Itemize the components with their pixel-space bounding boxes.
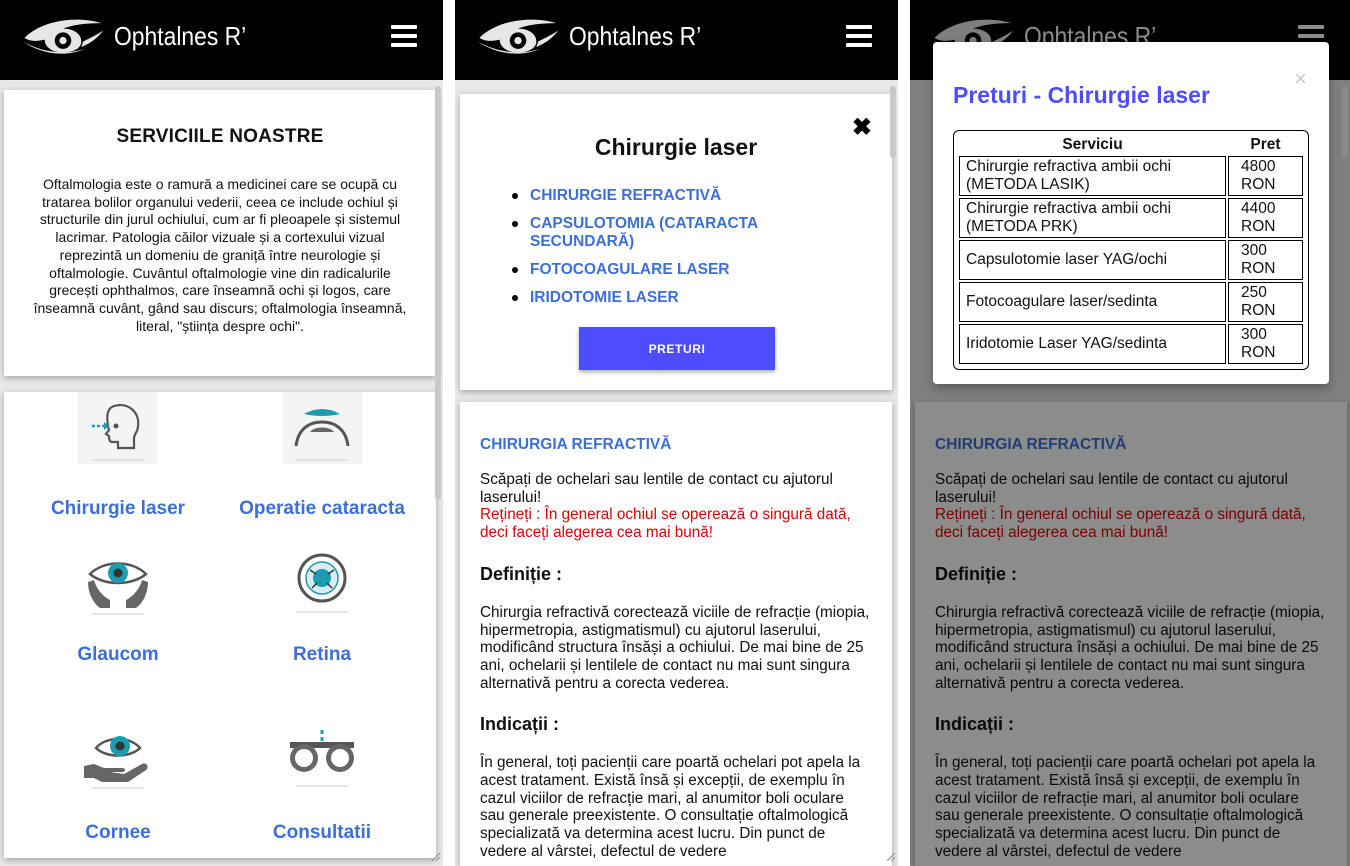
service-label: Glaucom	[77, 644, 159, 665]
link-capsulotomia[interactable]: CAPSULOTOMIA (CATARACTA SECUNDARĂ)	[510, 215, 892, 251]
service-label: Cornee	[85, 822, 151, 843]
service-cell: Chirurgie refractiva ambii ochi (METODA …	[959, 156, 1226, 196]
service-label: Chirurgie laser	[50, 498, 186, 519]
top-header: Ophtalnes R’	[0, 0, 443, 80]
service-retina[interactable]: Retina	[222, 552, 422, 672]
table-row: Fotocoagulare laser/sedinta 250 RON	[959, 282, 1303, 322]
link-chirurgie-refractiva[interactable]: CHIRURGIE REFRACTIVĂ	[510, 187, 892, 205]
procedure-links: CHIRURGIE REFRACTIVĂ CAPSULOTOMIA (CATAR…	[510, 187, 892, 307]
service-cell: Iridotomie Laser YAG/sedinta	[959, 324, 1226, 364]
table-row: Chirurgie refractiva ambii ochi (METODA …	[959, 198, 1303, 238]
scrollbar[interactable]	[1342, 86, 1348, 158]
table-row: Chirurgie refractiva ambii ochi (METODA …	[959, 156, 1303, 196]
link-fotocoagulare[interactable]: FOTOCOAGULARE LASER	[510, 261, 892, 279]
header-serviciu: Serviciu	[1062, 136, 1123, 153]
close-icon[interactable]: ×	[1294, 68, 1307, 90]
service-chirurgie-laser[interactable]: Chirurgie laser	[18, 392, 218, 532]
screen-chirurgie-laser: Ophtalnes R’ ✖ Chirurgie laser CHIRURGIE…	[455, 0, 898, 866]
trial-frame-icon	[290, 730, 354, 787]
top-header: Ophtalnes R’	[455, 0, 898, 80]
price-cell: 4800 RON	[1228, 156, 1303, 196]
hamburger-menu-icon[interactable]	[846, 25, 872, 47]
link-iridotomie[interactable]: IRIDOTOMIE LASER	[510, 289, 892, 307]
screen-preturi-modal: Ophtalnes R’ CHIRURGIA REFRACTIVĂ Scăpaț…	[910, 0, 1350, 866]
prices-modal: × Preturi - Chirurgie laser Serviciu Pre…	[933, 42, 1329, 384]
table-row: Capsulotomie laser YAG/ochi 300 RON	[959, 240, 1303, 280]
logo-text: Ophtalnes R’	[114, 20, 247, 51]
preturi-button[interactable]: PRETURI	[579, 327, 775, 370]
modal-title: Preturi - Chirurgie laser	[953, 82, 1210, 108]
definition-heading: Definiție :	[480, 563, 563, 584]
service-label: Operatie cataracta	[239, 498, 405, 519]
hands-eye-icon	[88, 562, 148, 615]
eye-logo-icon	[477, 19, 559, 54]
service-label: Consultatii	[272, 822, 372, 843]
cataract-eye-icon	[282, 392, 362, 464]
service-glaucom[interactable]: Glaucom	[18, 552, 218, 672]
logo-text: Ophtalnes R’	[569, 20, 702, 51]
scrollbar[interactable]	[890, 86, 896, 158]
service-cell: Capsulotomie laser YAG/ochi	[959, 240, 1226, 280]
retina-icon	[296, 553, 348, 613]
price-cell: 250 RON	[1228, 282, 1303, 322]
panel-title: Chirurgie laser	[594, 134, 758, 160]
definition-text: Chirurgia refractivă corectează viciile …	[480, 603, 870, 692]
close-icon[interactable]: ✖	[852, 116, 872, 140]
header-pret: Pret	[1250, 136, 1281, 153]
price-cell: 300 RON	[1228, 240, 1303, 280]
intro-text: Scăpați de ochelari sau lentile de conta…	[480, 471, 833, 506]
table-row: Iridotomie Laser YAG/sedinta 300 RON	[959, 324, 1303, 364]
screen-services: Ophtalnes R’ SERVICIILE NOASTRE Oftalmol…	[0, 0, 443, 866]
price-table: Serviciu Pret Chirurgie refractiva ambii…	[953, 130, 1309, 370]
price-cell: 300 RON	[1228, 324, 1303, 364]
hamburger-menu-icon[interactable]	[391, 25, 417, 47]
service-cornee[interactable]: Cornee	[18, 726, 218, 846]
logo[interactable]: Ophtalnes R’	[473, 14, 719, 58]
indications-heading: Indicații :	[480, 714, 560, 735]
service-panel: ✖ Chirurgie laser CHIRURGIE REFRACTIVĂ C…	[460, 94, 892, 390]
eye-logo-icon	[22, 19, 104, 54]
logo[interactable]: Ophtalnes R’	[18, 14, 264, 58]
resize-grip-icon[interactable]	[429, 850, 441, 862]
price-cell: 4400 RON	[1228, 198, 1303, 238]
scrollbar[interactable]	[435, 86, 441, 500]
article-panel: CHIRURGIA REFRACTIVĂ Scăpați de ochelari…	[460, 402, 892, 866]
about-title: SERVICIILE NOASTRE	[116, 126, 324, 147]
services-grid: Chirurgie laser Operatie cataracta Glauc…	[4, 392, 436, 858]
about-card: SERVICIILE NOASTRE Oftalmologia este o r…	[4, 90, 436, 376]
hand-eye-icon	[84, 736, 148, 789]
service-consultatii[interactable]: Consultatii	[222, 726, 422, 846]
indications-text: În general, toți pacienții care poartă o…	[480, 754, 861, 860]
service-label: Retina	[292, 644, 352, 665]
service-cell: Chirurgie refractiva ambii ochi (METODA …	[959, 198, 1226, 238]
warning-text: Rețineți : În general ochiul se operează…	[480, 506, 851, 542]
service-operatie-cataracta[interactable]: Operatie cataracta	[222, 392, 422, 532]
resize-grip-icon[interactable]	[884, 850, 896, 862]
head-laser-icon	[78, 392, 158, 464]
about-text: Oftalmologia este o ramură a medicinei c…	[33, 176, 407, 334]
section-title: CHIRURGIA REFRACTIVĂ	[480, 436, 672, 453]
service-cell: Fotocoagulare laser/sedinta	[959, 282, 1226, 322]
